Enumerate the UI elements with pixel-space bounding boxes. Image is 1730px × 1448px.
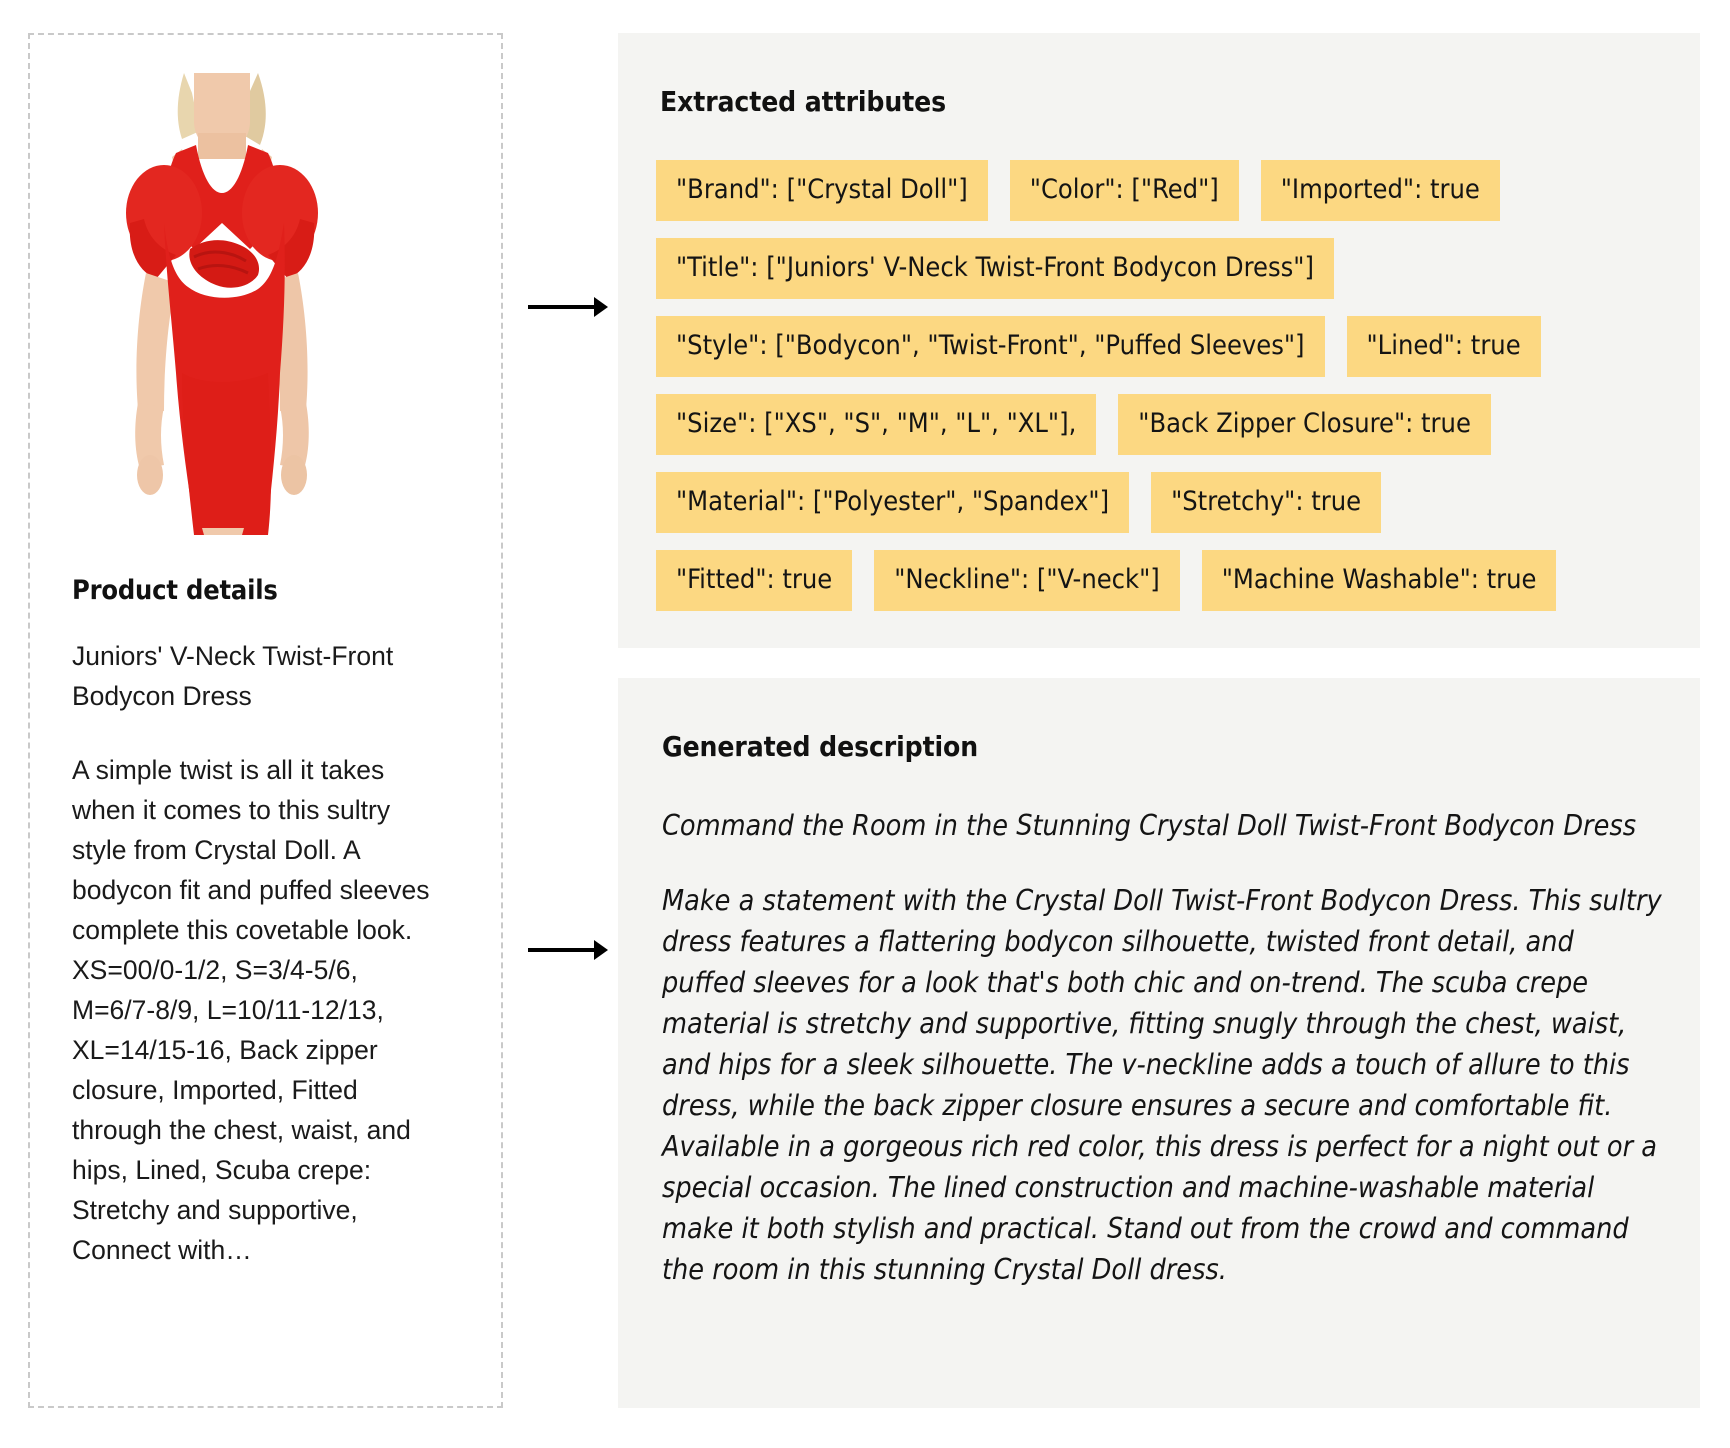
attribute-tag[interactable]: "Title": ["Juniors' V-Neck Twist-Front B… (656, 238, 1334, 299)
product-input-content: Product details Juniors' V-Neck Twist-Fr… (72, 73, 470, 1270)
attribute-tag[interactable]: "Lined": true (1346, 316, 1541, 377)
attribute-tag-rows: "Brand": ["Crystal Doll"] "Color": ["Red… (656, 160, 1662, 611)
product-input-card: Product details Juniors' V-Neck Twist-Fr… (28, 33, 503, 1408)
arrow-to-description (528, 935, 610, 965)
generated-description-panel: Generated description Command the Room i… (618, 678, 1700, 1408)
attribute-tag[interactable]: "Neckline": ["V-neck"] (874, 550, 1180, 611)
attribute-tag[interactable]: "Style": ["Bodycon", "Twist-Front", "Puf… (656, 316, 1325, 377)
attribute-tag[interactable]: "Imported": true (1260, 160, 1500, 221)
description-body: Make a statement with the Crystal Doll T… (662, 884, 1662, 1286)
description-headline: Command the Room in the Stunning Crystal… (662, 809, 1637, 842)
product-title-text: Juniors' V-Neck Twist-Front Bodycon Dres… (72, 641, 394, 711)
attribute-row: "Size": ["XS", "S", "M", "L", "XL"], "Ba… (656, 394, 1662, 455)
attribute-tag[interactable]: "Machine Washable": true (1201, 550, 1557, 611)
product-details-heading: Product details (72, 575, 278, 606)
attribute-row: "Material": ["Polyester", "Spandex"] "St… (656, 472, 1662, 533)
attribute-tag[interactable]: "Stretchy": true (1151, 472, 1382, 533)
product-photo (72, 73, 360, 535)
attribute-row: "Style": ["Bodycon", "Twist-Front", "Puf… (656, 316, 1662, 377)
attribute-tag[interactable]: "Color": ["Red"] (1009, 160, 1239, 221)
extracted-attributes-panel: Extracted attributes "Brand": ["Crystal … (618, 33, 1700, 648)
attribute-tag[interactable]: "Fitted": true (656, 550, 853, 611)
attribute-tag[interactable]: "Back Zipper Closure": true (1118, 394, 1491, 455)
generated-description-title: Generated description (662, 730, 979, 763)
attribute-tag[interactable]: "Size": ["XS", "S", "M", "L", "XL"], (656, 394, 1097, 455)
arrow-to-attributes (528, 292, 610, 322)
attribute-tag[interactable]: "Material": ["Polyester", "Spandex"] (656, 472, 1130, 533)
product-photo-illustration (72, 73, 360, 535)
product-description-text: A simple twist is all it takes when it c… (72, 755, 430, 1265)
attribute-row: "Fitted": true "Neckline": ["V-neck"] "M… (656, 550, 1662, 611)
extracted-attributes-title: Extracted attributes (660, 85, 947, 118)
page-root: Product details Juniors' V-Neck Twist-Fr… (0, 0, 1730, 1448)
attribute-row: "Title": ["Juniors' V-Neck Twist-Front B… (656, 238, 1662, 299)
attribute-tag[interactable]: "Brand": ["Crystal Doll"] (656, 160, 988, 221)
attribute-row: "Brand": ["Crystal Doll"] "Color": ["Red… (656, 160, 1662, 221)
